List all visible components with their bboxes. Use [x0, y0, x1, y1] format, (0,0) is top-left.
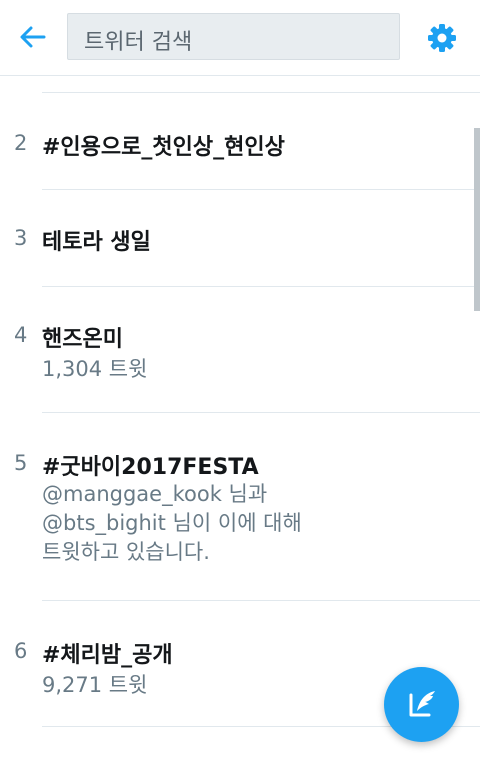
gear-icon	[428, 24, 456, 52]
trend-rank: 3	[14, 226, 28, 250]
trend-name: #굿바이2017FESTA	[42, 455, 259, 480]
trend-rank: 4	[14, 323, 28, 347]
trend-item[interactable]: 3 테토라 생일	[0, 190, 480, 286]
trends-list: 2 #인용으로_첫인상_현인상 3 테토라 생일 4 핸즈온미 1,304 트윗…	[0, 76, 480, 762]
top-bar: 트위터 검색	[0, 0, 480, 76]
trend-description-line: @manggae_kook 님과	[42, 482, 268, 506]
trend-name: #체리밤_공개	[42, 643, 173, 668]
compose-tweet-icon	[409, 691, 435, 717]
trend-rank: 6	[14, 639, 28, 663]
back-button[interactable]	[18, 22, 48, 52]
trend-item[interactable]: 2 #인용으로_첫인상_현인상	[0, 93, 480, 189]
settings-button[interactable]	[425, 21, 459, 55]
trend-item[interactable]: 5 #굿바이2017FESTA @manggae_kook 님과 @bts_bi…	[0, 413, 480, 600]
trend-rank: 5	[14, 451, 28, 475]
trend-item[interactable]: 4 핸즈온미 1,304 트윗	[0, 287, 480, 412]
scrollbar[interactable]	[474, 128, 480, 311]
trend-tweet-count: 1,304 트윗	[42, 357, 148, 381]
trend-name: 테토라 생일	[42, 230, 151, 255]
search-input[interactable]: 트위터 검색	[67, 13, 400, 60]
trend-rank: 2	[14, 131, 28, 155]
trend-tweet-count: 9,271 트윗	[42, 673, 148, 697]
arrow-left-icon	[20, 26, 46, 48]
trend-name: 핸즈온미	[42, 327, 123, 352]
trend-description-line: 트윗하고 있습니다.	[42, 540, 210, 564]
compose-tweet-button[interactable]	[384, 667, 459, 742]
trend-name: #인용으로_첫인상_현인상	[42, 135, 285, 160]
search-input-text: 트위터 검색	[84, 30, 193, 55]
trend-description-line: @bts_bighit 님이 이에 대해	[42, 511, 302, 535]
